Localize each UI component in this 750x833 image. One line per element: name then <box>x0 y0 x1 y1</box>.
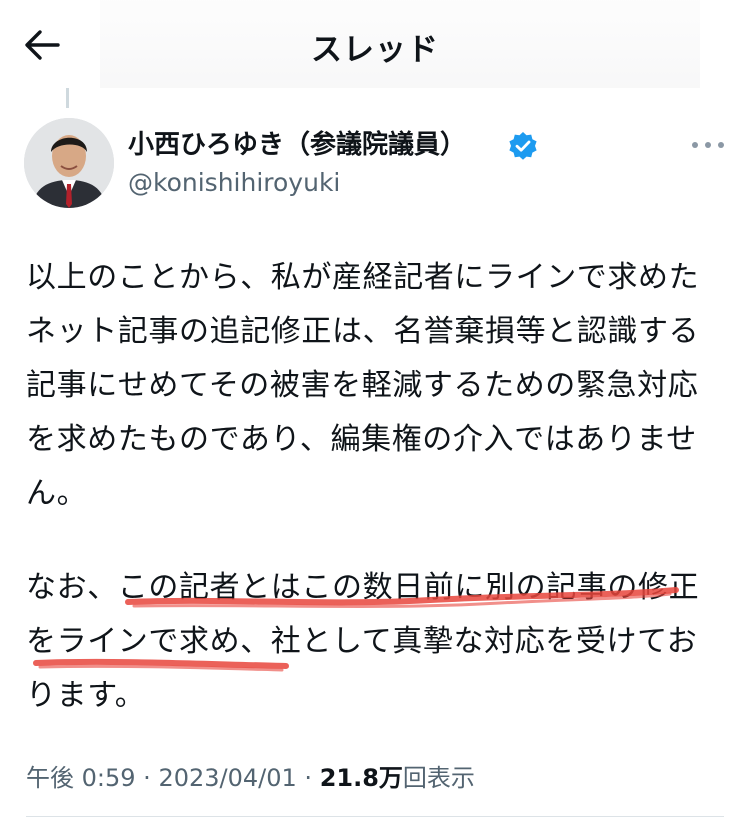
view-label: 回表示 <box>402 764 475 792</box>
post-time: 午後 0:59 <box>26 764 136 792</box>
view-count[interactable]: 21.8万 <box>320 764 403 792</box>
divider <box>26 816 724 817</box>
post-metadata: 午後 0:59 · 2023/04/01 · 21.8万回表示 <box>26 758 475 793</box>
meta-separator: · <box>304 764 313 792</box>
post-date[interactable]: 2023/04/01 <box>158 764 296 792</box>
red-underline-annotation <box>33 587 679 672</box>
meta-separator: · <box>143 764 151 792</box>
